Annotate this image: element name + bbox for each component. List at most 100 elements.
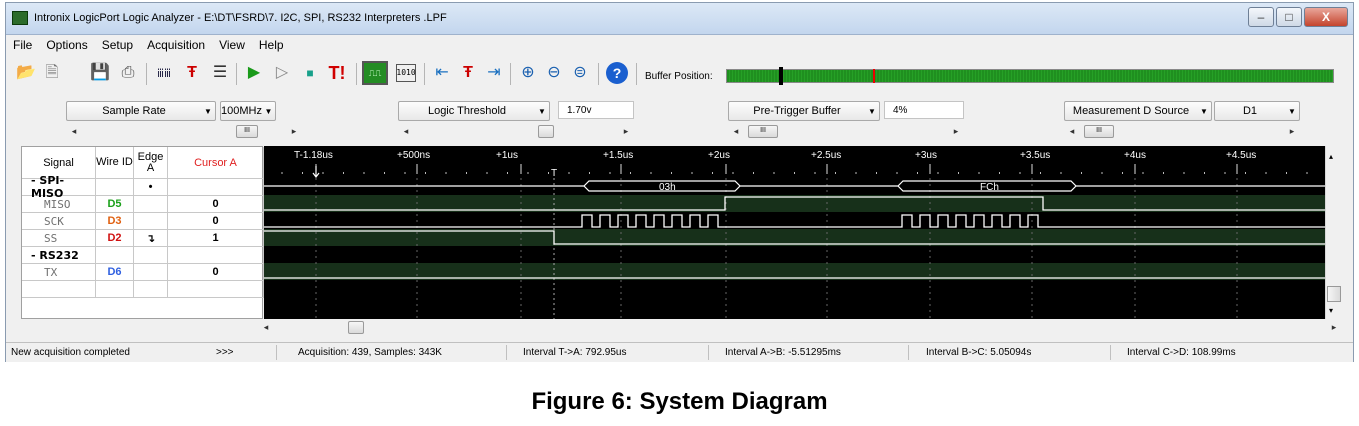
pre-trigger-value[interactable]: 4% xyxy=(884,101,964,119)
waveform-view-icon[interactable]: ⎍⎍ xyxy=(362,61,388,85)
empty-cell xyxy=(168,281,264,298)
signal-name[interactable]: TX xyxy=(22,264,96,281)
edge-trigger[interactable] xyxy=(134,196,168,213)
logic-threshold-combo[interactable]: Logic Threshold ▼ xyxy=(398,101,550,121)
scroll-left-icon[interactable]: ◂ xyxy=(258,322,274,333)
force-trigger-icon[interactable]: T! xyxy=(324,63,350,83)
close-button[interactable]: X xyxy=(1304,7,1348,27)
stop-icon[interactable]: ■ xyxy=(300,63,320,83)
cursor-value: 1 xyxy=(168,230,264,247)
zoom-in-icon[interactable]: ⊕ xyxy=(518,63,538,83)
chevron-down-icon: ▼ xyxy=(868,106,876,116)
maximize-button[interactable]: □ xyxy=(1276,7,1302,27)
trigger-pattern-icon[interactable]: ⅲⅲ xyxy=(154,63,174,83)
scroll-thumb[interactable]: III xyxy=(1084,125,1114,138)
signal-name[interactable]: - SPI-MISO xyxy=(22,174,96,200)
edge-trigger[interactable] xyxy=(134,264,168,281)
time-label: +1.5us xyxy=(603,150,633,161)
time-label: +2.5us xyxy=(811,150,841,161)
row-background xyxy=(264,246,1325,263)
cursor-value: 0 xyxy=(168,213,264,230)
menu-file[interactable]: File xyxy=(13,38,32,52)
run-single-icon[interactable]: ▶ xyxy=(244,63,264,83)
cursor-value xyxy=(168,179,264,196)
scroll-right-icon[interactable]: ▸ xyxy=(1326,322,1342,333)
scroll-left-icon[interactable]: ◂ xyxy=(1064,126,1080,137)
sample-rate-combo[interactable]: Sample Rate ▼ xyxy=(66,101,216,121)
menu-bar: File Options Setup Acquisition View Help xyxy=(6,36,1353,54)
measurement-source-combo[interactable]: Measurement D Source ▼ xyxy=(1064,101,1212,121)
zoom-out-icon[interactable]: ⊖ xyxy=(544,63,564,83)
signal-name[interactable]: SCK xyxy=(22,213,96,230)
signal-name[interactable]: MISO xyxy=(22,196,96,213)
header-cursor-a[interactable]: Cursor A xyxy=(168,147,264,179)
waveform-vertical-scrollbar[interactable]: ▴ ▾ xyxy=(1325,146,1342,319)
status-more-button[interactable]: >>> xyxy=(216,347,234,358)
chevron-down-icon: ▼ xyxy=(264,106,273,116)
scroll-thumb[interactable]: III xyxy=(236,125,258,138)
scroll-right-icon[interactable]: ▸ xyxy=(1284,126,1300,137)
waveform-svg: T-1.18us +500ns +1us +1.5us +2us +2.5us +3us +3… xyxy=(264,150,1325,319)
waveform-display[interactable]: T-1.18us +500ns +1us +1.5us +2us +2.5us +3us +3… xyxy=(264,146,1325,319)
logic-threshold-scroll[interactable]: ◂ ▸ xyxy=(398,123,634,140)
signal-grid: Signal Wire ID Edge A Cursor A- SPI-MISO • MI… xyxy=(21,146,264,319)
menu-setup[interactable]: Setup xyxy=(102,38,133,52)
cursor-left-icon[interactable]: ⇤ xyxy=(432,63,452,83)
scroll-left-icon[interactable]: ◂ xyxy=(398,126,414,137)
sample-rate-value-combo[interactable]: 100MHz ▼ xyxy=(220,101,276,121)
measurement-source-scroll[interactable]: ◂ III ▸ xyxy=(1064,123,1300,140)
edge-trigger[interactable]: • xyxy=(134,179,168,196)
header-edge-a: Edge A xyxy=(134,147,168,179)
pre-trigger-scroll[interactable]: ◂ III ▸ xyxy=(728,123,964,140)
trigger-edit-icon[interactable]: Ŧ xyxy=(182,63,202,83)
status-interval-cd: Interval C->D: 108.99ms xyxy=(1127,347,1236,358)
menu-help[interactable]: Help xyxy=(259,38,284,52)
open-folder-icon[interactable]: 📂 xyxy=(16,63,36,83)
trigger-marker: T xyxy=(551,168,557,179)
waveform-horizontal-scrollbar[interactable]: ◂ ▸ xyxy=(258,319,1342,336)
print-icon[interactable]: ⎙ xyxy=(118,63,138,83)
status-interval-bc: Interval B->C: 5.05094s xyxy=(926,347,1032,358)
scroll-right-icon[interactable]: ▸ xyxy=(286,126,302,137)
sample-rate-scroll[interactable]: ◂ III ▸ xyxy=(66,123,302,140)
edge-trigger[interactable] xyxy=(134,247,168,264)
edge-trigger[interactable]: ↴ xyxy=(134,230,168,247)
bus-settings-icon[interactable]: ☰ xyxy=(210,63,230,83)
cursor-right-icon[interactable]: ⇥ xyxy=(484,63,504,83)
buffer-position-bar[interactable] xyxy=(726,67,1334,85)
buffer-window-marker[interactable] xyxy=(779,67,783,85)
menu-acquisition[interactable]: Acquisition xyxy=(147,38,205,52)
go-to-trigger-icon[interactable]: Ŧ xyxy=(458,63,478,83)
menu-view[interactable]: View xyxy=(219,38,245,52)
scroll-thumb[interactable] xyxy=(538,125,554,138)
minimize-button[interactable]: – xyxy=(1248,7,1274,27)
cursor-value: 0 xyxy=(168,264,264,281)
app-icon xyxy=(12,11,28,25)
scroll-down-icon[interactable]: ▾ xyxy=(1329,306,1333,315)
new-file-icon[interactable]: 🗎 xyxy=(42,63,62,83)
zoom-fit-icon[interactable]: ⊜ xyxy=(570,63,590,83)
save-icon[interactable]: 💾 xyxy=(90,63,110,83)
scroll-thumb[interactable]: III xyxy=(748,125,778,138)
edge-trigger[interactable] xyxy=(134,213,168,230)
scroll-left-icon[interactable]: ◂ xyxy=(728,126,744,137)
scroll-thumb[interactable] xyxy=(348,321,364,334)
signal-name[interactable]: SS xyxy=(22,230,96,247)
state-view-icon[interactable]: 1010 xyxy=(396,64,416,82)
cursor-value xyxy=(168,247,264,264)
signal-name[interactable]: - RS232 xyxy=(22,247,96,264)
status-message: New acquisition completed xyxy=(11,347,130,358)
logic-threshold-value[interactable]: 1.70v xyxy=(558,101,634,119)
empty-cell xyxy=(96,281,134,298)
scroll-left-icon[interactable]: ◂ xyxy=(66,126,82,137)
scroll-thumb[interactable] xyxy=(1327,286,1341,302)
scroll-up-icon[interactable]: ▴ xyxy=(1329,152,1333,161)
figure-caption: Figure 6: System Diagram xyxy=(531,388,828,415)
help-icon[interactable]: ? xyxy=(606,62,628,84)
run-repeat-icon[interactable]: ▷ xyxy=(272,63,292,83)
pre-trigger-combo[interactable]: Pre-Trigger Buffer ▼ xyxy=(728,101,880,121)
scroll-right-icon[interactable]: ▸ xyxy=(948,126,964,137)
scroll-right-icon[interactable]: ▸ xyxy=(618,126,634,137)
menu-options[interactable]: Options xyxy=(46,38,87,52)
measurement-source-value-combo[interactable]: D1 ▼ xyxy=(1214,101,1300,121)
